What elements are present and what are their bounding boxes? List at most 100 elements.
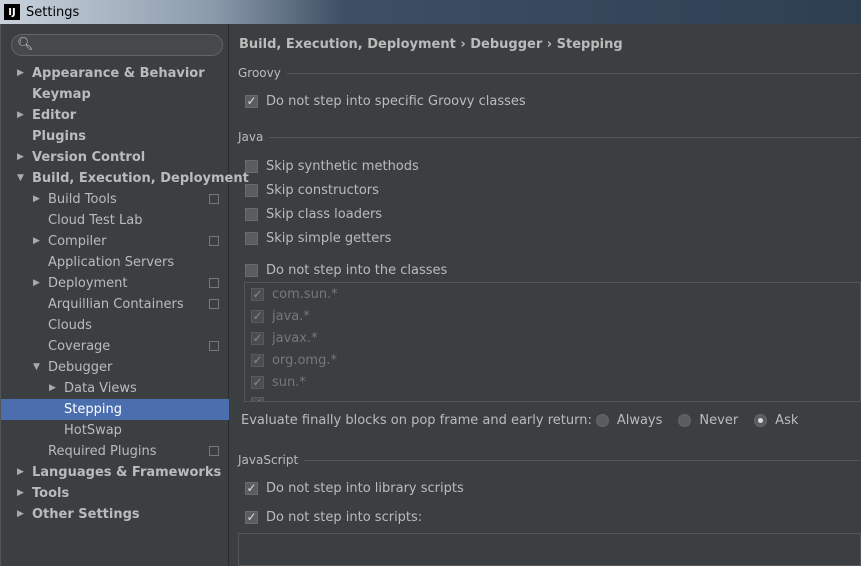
sidebar-item[interactable]: ▶ Data Views: [1, 378, 229, 399]
project-settings-icon: [209, 194, 219, 204]
collapsed-arrow-icon[interactable]: ▶: [17, 147, 24, 168]
search-input[interactable]: 🔍︎: [11, 34, 223, 56]
sidebar-item[interactable]: Cloud Test Lab: [1, 210, 229, 231]
radio-ask[interactable]: [754, 414, 768, 427]
class-filter-item[interactable]: ✓ javax.*: [251, 331, 318, 346]
collapsed-arrow-icon[interactable]: ▶: [17, 462, 24, 483]
sidebar-item[interactable]: ▼ Build, Execution, Deployment: [1, 168, 249, 189]
sidebar-item[interactable]: Arquillian Containers: [1, 294, 229, 315]
sidebar-item[interactable]: ▶ Appearance & Behavior: [1, 63, 229, 84]
scripts-list[interactable]: [238, 533, 861, 566]
sidebar-item[interactable]: ▶ Editor: [1, 105, 229, 126]
section-javascript: JavaScript: [238, 452, 861, 468]
checkbox-icon: ✓: [251, 397, 264, 401]
section-java: Java: [238, 129, 861, 145]
sidebar-item-label: Required Plugins: [48, 444, 157, 459]
sidebar-item-label: Deployment: [48, 276, 128, 291]
sidebar-item-label: Plugins: [32, 129, 86, 144]
class-filter-item[interactable]: ✓ sun.*: [251, 375, 306, 390]
collapsed-arrow-icon[interactable]: ▶: [33, 189, 40, 210]
section-title: Java: [238, 130, 264, 144]
checkbox-scripts[interactable]: ✓ Do not step into scripts:: [245, 510, 422, 525]
sidebar-item[interactable]: ▶ Version Control: [1, 147, 229, 168]
checkbox-skip-synthetic[interactable]: Skip synthetic methods: [245, 159, 419, 174]
radio-always[interactable]: [595, 414, 609, 427]
sidebar-item[interactable]: Stepping: [1, 399, 229, 420]
checkbox-label: Skip class loaders: [266, 207, 383, 222]
collapsed-arrow-icon[interactable]: ▶: [33, 273, 40, 294]
sidebar-item[interactable]: ▶ Other Settings: [1, 504, 229, 525]
sidebar-item-label: Compiler: [48, 234, 107, 249]
checkbox-icon: ✓: [245, 94, 258, 108]
sidebar-item[interactable]: Application Servers: [1, 252, 229, 273]
collapsed-arrow-icon[interactable]: ▶: [49, 378, 56, 399]
checkbox-icon: [245, 184, 258, 197]
checkbox-label: Do not step into the classes: [266, 263, 448, 278]
evaluate-finally-group: Evaluate finally blocks on pop frame and…: [241, 413, 810, 428]
checkbox-icon: [245, 232, 258, 245]
sidebar-item[interactable]: Coverage: [1, 336, 229, 357]
sidebar-item[interactable]: Keymap: [1, 84, 229, 105]
class-filter-item[interactable]: ✓: [251, 397, 272, 401]
collapsed-arrow-icon[interactable]: ▶: [17, 63, 24, 84]
sidebar-item[interactable]: ▶ Tools: [1, 483, 229, 504]
project-settings-icon: [209, 446, 219, 456]
search-icon: 🔍︎: [17, 37, 34, 52]
sidebar-item[interactable]: ▼ Debugger: [1, 357, 229, 378]
checkbox-label: Skip simple getters: [266, 231, 392, 246]
checkbox-skip-getters[interactable]: Skip simple getters: [245, 231, 391, 246]
collapsed-arrow-icon[interactable]: ▶: [17, 105, 24, 126]
section-title: Groovy: [238, 66, 281, 80]
sidebar-item[interactable]: HotSwap: [1, 420, 229, 441]
breadcrumb: Build, Execution, Deployment › Debugger …: [239, 37, 623, 52]
project-settings-icon: [209, 341, 219, 351]
checkbox-icon: [245, 160, 258, 173]
sidebar-item-label: Version Control: [32, 150, 146, 165]
radio-never[interactable]: [678, 414, 692, 427]
checkbox-icon: ✓: [251, 353, 264, 367]
sidebar-item-label: Cloud Test Lab: [48, 213, 143, 228]
checkbox-label: Do not step into library scripts: [266, 481, 464, 496]
stepping-panel: Build, Execution, Deployment › Debugger …: [230, 24, 861, 566]
section-title: JavaScript: [238, 453, 299, 467]
expanded-arrow-icon[interactable]: ▼: [17, 168, 24, 189]
collapsed-arrow-icon[interactable]: ▶: [33, 231, 40, 252]
checkbox-skip-class-loaders[interactable]: Skip class loaders: [245, 207, 382, 222]
checkbox-icon: ✓: [251, 331, 264, 345]
checkbox-label: Skip synthetic methods: [266, 159, 419, 174]
expanded-arrow-icon[interactable]: ▼: [33, 357, 40, 378]
sidebar-item[interactable]: ▶ Compiler: [1, 231, 229, 252]
collapsed-arrow-icon[interactable]: ▶: [17, 483, 24, 504]
collapsed-arrow-icon[interactable]: ▶: [17, 504, 24, 525]
checkbox-icon: ✓: [251, 309, 264, 323]
sidebar-item-label: Other Settings: [32, 507, 140, 522]
checkbox-icon: ✓: [245, 481, 258, 495]
sidebar-item[interactable]: ▶ Build Tools: [1, 189, 229, 210]
class-filter-item[interactable]: ✓ org.omg.*: [251, 353, 337, 368]
checkbox-icon: ✓: [251, 287, 264, 301]
app-logo-icon: IJ: [4, 4, 20, 20]
class-filter-item[interactable]: ✓ java.*: [251, 309, 310, 324]
project-settings-icon: [209, 299, 219, 309]
sidebar-item[interactable]: ▶ Deployment: [1, 273, 229, 294]
sidebar-item-label: Data Views: [64, 381, 137, 396]
sidebar-item-label: Tools: [32, 486, 70, 501]
class-filter-item[interactable]: ✓ com.sun.*: [251, 287, 338, 302]
class-filter-list[interactable]: ✓ com.sun.* ✓ java.* ✓ javax.* ✓ org.omg.* ✓ sun.…: [244, 282, 861, 402]
checkbox-library-scripts[interactable]: ✓ Do not step into library scripts: [245, 481, 464, 496]
sidebar-item[interactable]: Required Plugins: [1, 441, 229, 462]
checkbox-label: Skip constructors: [266, 183, 379, 198]
sidebar-item-label: Build, Execution, Deployment: [32, 171, 249, 186]
class-pattern: org.omg.*: [272, 353, 337, 368]
checkbox-groovy-classes[interactable]: ✓ Do not step into specific Groovy classe…: [245, 94, 526, 109]
sidebar-item-label: Languages & Frameworks: [32, 465, 222, 480]
checkbox-do-not-step-classes[interactable]: Do not step into the classes: [245, 263, 447, 278]
sidebar-item-label: Coverage: [48, 339, 111, 354]
sidebar-item[interactable]: Plugins: [1, 126, 229, 147]
sidebar-item[interactable]: ▶ Languages & Frameworks: [1, 462, 229, 483]
class-pattern: sun.*: [272, 375, 306, 390]
checkbox-skip-constructors[interactable]: Skip constructors: [245, 183, 379, 198]
sidebar-item-label: Appearance & Behavior: [32, 66, 205, 81]
sidebar-item-label: Debugger: [48, 360, 113, 375]
sidebar-item[interactable]: Clouds: [1, 315, 229, 336]
